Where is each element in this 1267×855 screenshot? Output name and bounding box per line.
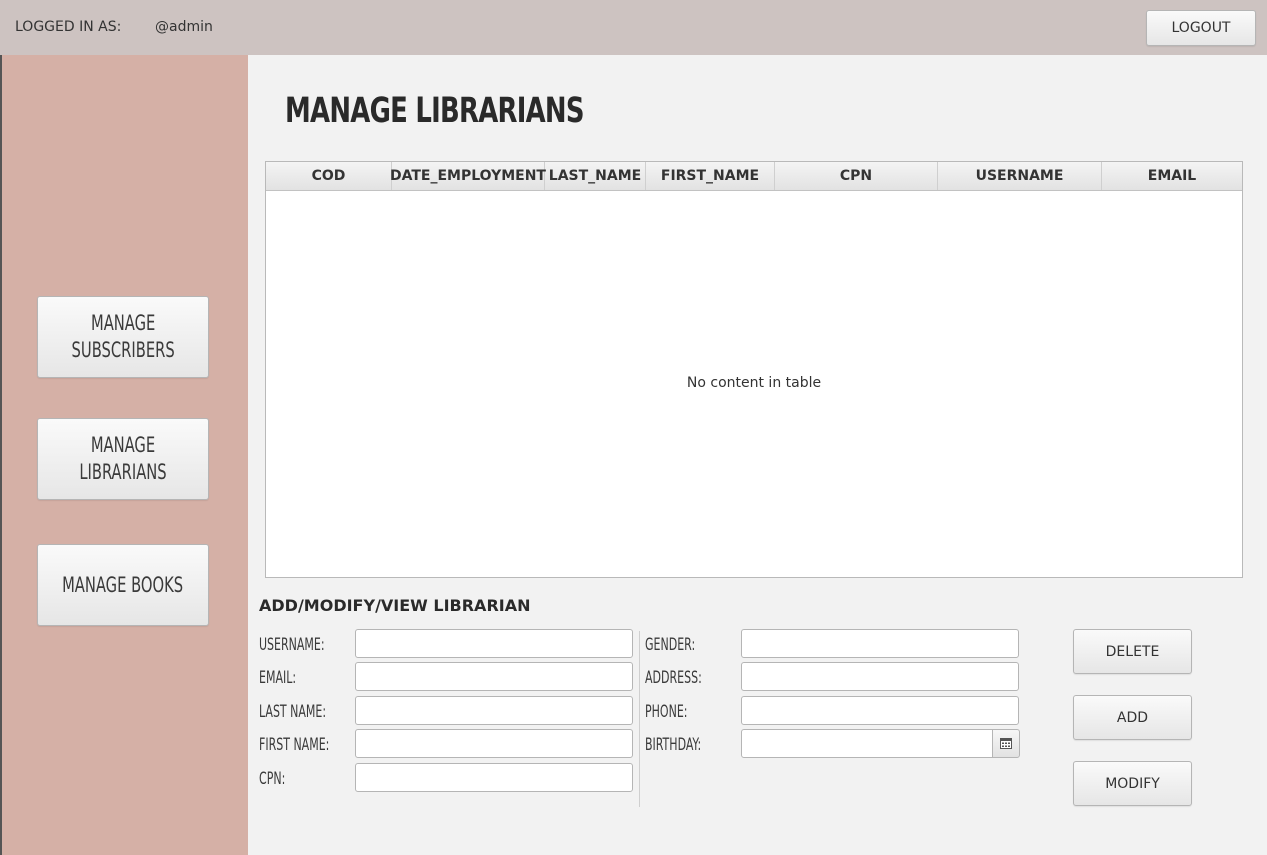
manage-librarians-button[interactable]: MANAGE LIBRARIANS [37, 418, 209, 500]
table-header: COD DATE_EMPLOYMENT LAST_NAME FIRST_NAME… [266, 162, 1242, 191]
column-header-first-name[interactable]: FIRST_NAME [646, 162, 775, 190]
column-header-cpn[interactable]: CPN [775, 162, 938, 190]
logout-button[interactable]: LOGOUT [1146, 10, 1256, 46]
cpn-field[interactable] [355, 763, 633, 792]
address-field[interactable] [741, 662, 1019, 691]
manage-books-label: MANAGE BOOKS [62, 572, 184, 597]
phone-label: PHONE: [645, 702, 688, 722]
first-name-label: FIRST NAME: [259, 735, 330, 755]
phone-field[interactable] [741, 696, 1019, 725]
username-field[interactable] [355, 629, 633, 658]
librarians-table[interactable]: COD DATE_EMPLOYMENT LAST_NAME FIRST_NAME… [265, 161, 1243, 578]
username-label: USERNAME: [259, 635, 325, 655]
manage-librarians-label-line1: MANAGE [90, 433, 156, 457]
calendar-icon [1000, 738, 1012, 749]
column-header-cod[interactable]: COD [266, 162, 392, 190]
logged-in-label: LOGGED IN AS: [15, 19, 122, 35]
birthday-field[interactable] [741, 729, 993, 758]
last-name-field[interactable] [355, 696, 633, 725]
delete-button[interactable]: DELETE [1073, 629, 1192, 674]
address-label: ADDRESS: [645, 668, 702, 688]
modify-button[interactable]: MODIFY [1073, 761, 1192, 806]
manage-subscribers-label-line2: SUBSCRIBERS [71, 338, 175, 362]
gender-label: GENDER: [645, 635, 696, 655]
form-column-divider [639, 631, 640, 807]
main-content: MANAGE LIBRARIANS COD DATE_EMPLOYMENT LA… [248, 55, 1267, 855]
column-header-date-employment[interactable]: DATE_EMPLOYMENT [390, 162, 546, 190]
column-header-last-name[interactable]: LAST_NAME [545, 162, 646, 190]
column-header-email[interactable]: EMAIL [1102, 162, 1242, 190]
date-picker-button[interactable] [992, 729, 1020, 758]
form-section-title: ADD/MODIFY/VIEW LIBRARIAN [259, 596, 531, 615]
last-name-label: LAST NAME: [259, 702, 327, 722]
manage-subscribers-label-line1: MANAGE [90, 311, 156, 335]
add-button[interactable]: ADD [1073, 695, 1192, 740]
cpn-label: CPN: [259, 769, 286, 789]
first-name-field[interactable] [355, 729, 633, 758]
birthday-label: BIRTHDAY: [645, 735, 702, 755]
logged-in-username: @admin [155, 19, 213, 35]
manage-books-button[interactable]: MANAGE BOOKS [37, 544, 209, 626]
email-label: EMAIL: [259, 668, 297, 688]
sidebar: MANAGE SUBSCRIBERS MANAGE LIBRARIANS MAN… [2, 55, 248, 855]
table-empty-message: No content in table [686, 375, 822, 391]
column-header-username[interactable]: USERNAME [938, 162, 1102, 190]
gender-field[interactable] [741, 629, 1019, 658]
manage-subscribers-button[interactable]: MANAGE SUBSCRIBERS [37, 296, 209, 378]
email-field[interactable] [355, 662, 633, 691]
manage-librarians-label-line2: LIBRARIANS [79, 460, 167, 484]
top-bar: LOGGED IN AS: @admin LOGOUT [0, 0, 1267, 55]
page-title: MANAGE LIBRARIANS [285, 91, 584, 131]
